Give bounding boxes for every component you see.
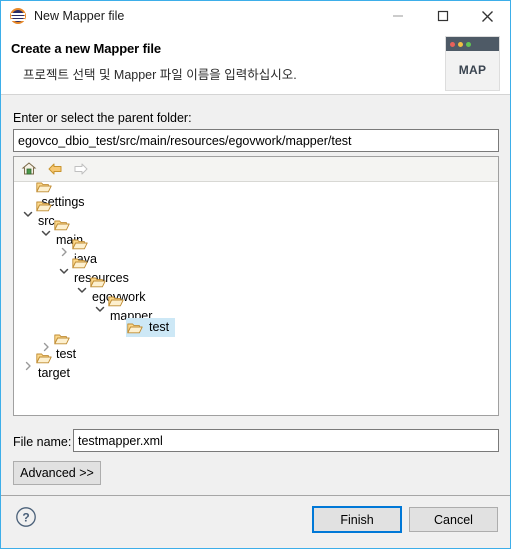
chevron-right-icon[interactable]: [20, 356, 36, 375]
cancel-button[interactable]: Cancel: [409, 507, 498, 532]
maximize-icon[interactable]: [420, 1, 465, 31]
page-subtitle: 프로젝트 선택 및 Mapper 파일 이름을 입력하십시오.: [23, 68, 297, 82]
chevron-down-icon[interactable]: [92, 299, 108, 318]
chevron-down-icon[interactable]: [74, 280, 90, 299]
chevron-down-icon[interactable]: [20, 204, 36, 223]
minimize-icon[interactable]: [375, 1, 420, 31]
page-title: Create a new Mapper file: [11, 41, 162, 56]
title-bar: New Mapper file: [1, 1, 510, 31]
folder-icon: [54, 331, 70, 347]
tree-row[interactable]: egovwork: [14, 277, 498, 304]
folder-icon: [36, 179, 52, 195]
parent-folder-input[interactable]: [13, 129, 499, 152]
folder-icon: [90, 274, 106, 290]
tree-row[interactable]: test: [14, 334, 498, 361]
window-controls: [375, 1, 510, 31]
advanced-button[interactable]: Advanced >>: [13, 461, 101, 485]
tree-row[interactable]: mapper: [14, 296, 498, 323]
folder-icon: [72, 236, 88, 252]
tree-row-list: .settings src main java resources egovwork map…: [14, 182, 498, 380]
eclipse-icon: [10, 8, 26, 24]
folder-icon: [127, 320, 143, 336]
window-title: New Mapper file: [34, 9, 125, 23]
tree-item[interactable]: target: [36, 350, 73, 381]
back-arrow-icon[interactable]: [45, 159, 65, 179]
file-name-label: File name:: [13, 435, 72, 449]
folder-tree[interactable]: .settings src main java resources egovwork map…: [13, 156, 499, 416]
folder-icon: [54, 217, 70, 233]
tree-item-label: test: [149, 320, 170, 334]
map-banner-icon: MAP: [445, 36, 500, 91]
tree-row[interactable]: target: [14, 353, 498, 380]
dialog-header: Create a new Mapper file 프로젝트 선택 및 Mappe…: [1, 31, 510, 95]
file-name-input[interactable]: [73, 429, 499, 452]
chevron-down-icon[interactable]: [56, 261, 72, 280]
map-banner-label: MAP: [458, 63, 487, 77]
home-icon[interactable]: [19, 159, 39, 179]
folder-icon: [36, 198, 52, 214]
svg-text:?: ?: [22, 510, 29, 524]
tree-row[interactable]: test: [14, 318, 498, 337]
tree-item[interactable]: test: [126, 318, 176, 337]
parent-folder-label: Enter or select the parent folder:: [13, 111, 192, 125]
folder-icon: [108, 293, 124, 309]
folder-icon: [72, 255, 88, 271]
tree-row[interactable]: .settings: [14, 182, 498, 209]
forward-arrow-icon: [71, 159, 91, 179]
folder-icon: [36, 350, 52, 366]
chevron-down-icon[interactable]: [38, 223, 54, 242]
finish-button[interactable]: Finish: [312, 506, 402, 533]
dialog-body: Enter or select the parent folder: egovc…: [1, 96, 510, 495]
tree-row[interactable]: resources: [14, 258, 498, 285]
help-icon[interactable]: ?: [15, 506, 37, 528]
dialog-footer: ? Finish Cancel: [1, 495, 510, 548]
close-icon[interactable]: [465, 1, 510, 31]
new-mapper-file-dialog: New Mapper file Create a new Mapper file…: [0, 0, 511, 549]
tree-item-label: target: [38, 366, 70, 380]
chevron-right-icon[interactable]: [56, 242, 72, 261]
